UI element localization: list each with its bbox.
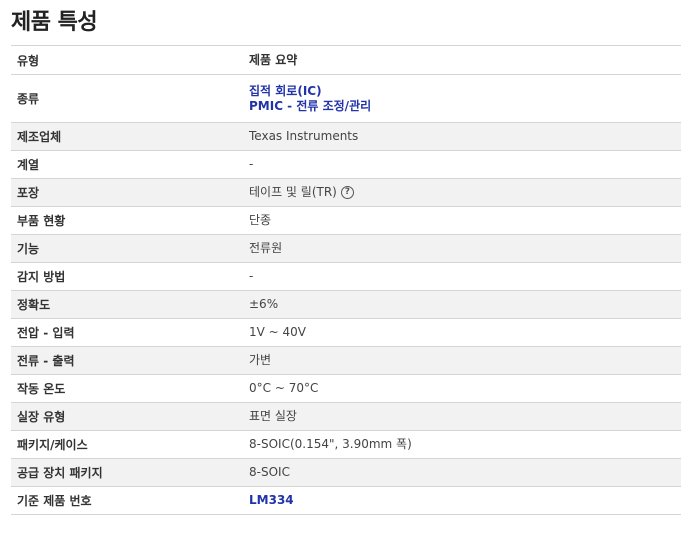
accuracy-value: ±6% <box>249 297 279 311</box>
base-part-number-cell: LM334 <box>249 493 681 508</box>
header-type-label: 유형 <box>17 53 40 68</box>
current-output-value: 가변 <box>249 353 272 367</box>
row-sensing-method: 감지 방법 - <box>11 263 681 291</box>
supplier-package-value: 8-SOIC <box>249 465 290 479</box>
current-output-label: 전류 - 출력 <box>17 354 75 368</box>
row-function: 기능 전류원 <box>11 235 681 263</box>
base-part-number-label: 기준 제품 번호 <box>17 494 92 508</box>
packaging-value: 테이프 및 릴(TR) <box>249 185 337 199</box>
category-link-ic[interactable]: 집적 회로(IC) <box>249 84 681 99</box>
row-package-case: 패키지/케이스 8-SOIC(0.154", 3.90mm 폭) <box>11 431 681 459</box>
row-base-part-number: 기준 제품 번호 LM334 <box>11 487 681 515</box>
sensing-method-value: - <box>249 269 254 283</box>
row-series: 계열 - <box>11 151 681 179</box>
package-case-value: 8-SOIC(0.154", 3.90mm 폭) <box>249 437 412 451</box>
sensing-method-label: 감지 방법 <box>17 270 66 284</box>
packaging-label: 포장 <box>17 186 40 200</box>
row-accuracy: 정확도 ±6% <box>11 291 681 319</box>
row-manufacturer: 제조업체 Texas Instruments <box>11 123 681 151</box>
operating-temp-value: 0°C ~ 70°C <box>249 381 319 395</box>
row-category: 종류 집적 회로(IC) PMIC - 전류 조정/관리 <box>11 75 681 123</box>
row-operating-temp: 작동 온도 0°C ~ 70°C <box>11 375 681 403</box>
row-supplier-package: 공급 장치 패키지 8-SOIC <box>11 459 681 487</box>
part-status-value: 단종 <box>249 213 272 227</box>
series-label: 계열 <box>17 158 40 172</box>
table-header-row: 유형 제품 요약 <box>11 46 681 75</box>
row-packaging: 포장 테이프 및 릴(TR)? <box>11 179 681 207</box>
row-mounting-type: 실장 유형 표면 실장 <box>11 403 681 431</box>
category-label: 종류 <box>17 92 40 106</box>
function-value: 전류원 <box>249 241 283 255</box>
row-voltage-input: 전압 - 입력 1V ~ 40V <box>11 319 681 347</box>
function-label: 기능 <box>17 242 40 256</box>
accuracy-label: 정확도 <box>17 298 51 312</box>
row-current-output: 전류 - 출력 가변 <box>11 347 681 375</box>
manufacturer-label: 제조업체 <box>17 130 62 144</box>
header-summary-label: 제품 요약 <box>249 52 298 67</box>
page-title: 제품 특성 <box>11 10 98 35</box>
base-part-number-link[interactable]: LM334 <box>249 493 681 508</box>
question-circle-icon[interactable]: ? <box>340 186 354 199</box>
category-link-pmic[interactable]: PMIC - 전류 조정/관리 <box>249 99 681 114</box>
part-status-label: 부품 현황 <box>17 214 66 228</box>
mounting-type-value: 표면 실장 <box>249 409 297 423</box>
package-case-label: 패키지/케이스 <box>17 438 88 452</box>
supplier-package-label: 공급 장치 패키지 <box>17 466 103 480</box>
series-value: - <box>249 157 254 171</box>
product-attributes-page: 제품 특성 유형 제품 요약 종류 집적 회로(IC) PMIC - 전류 조정… <box>0 0 681 535</box>
packaging-value-cell: 테이프 및 릴(TR)? <box>249 185 681 200</box>
mounting-type-label: 실장 유형 <box>17 410 66 424</box>
voltage-input-value: 1V ~ 40V <box>249 325 307 339</box>
voltage-input-label: 전압 - 입력 <box>17 326 75 340</box>
manufacturer-value: Texas Instruments <box>249 129 359 143</box>
category-value: 집적 회로(IC) PMIC - 전류 조정/관리 <box>249 84 681 114</box>
operating-temp-label: 작동 온도 <box>17 382 66 396</box>
row-part-status: 부품 현황 단종 <box>11 207 681 235</box>
attributes-table: 유형 제품 요약 종류 집적 회로(IC) PMIC - 전류 조정/관리 제조… <box>11 45 681 515</box>
